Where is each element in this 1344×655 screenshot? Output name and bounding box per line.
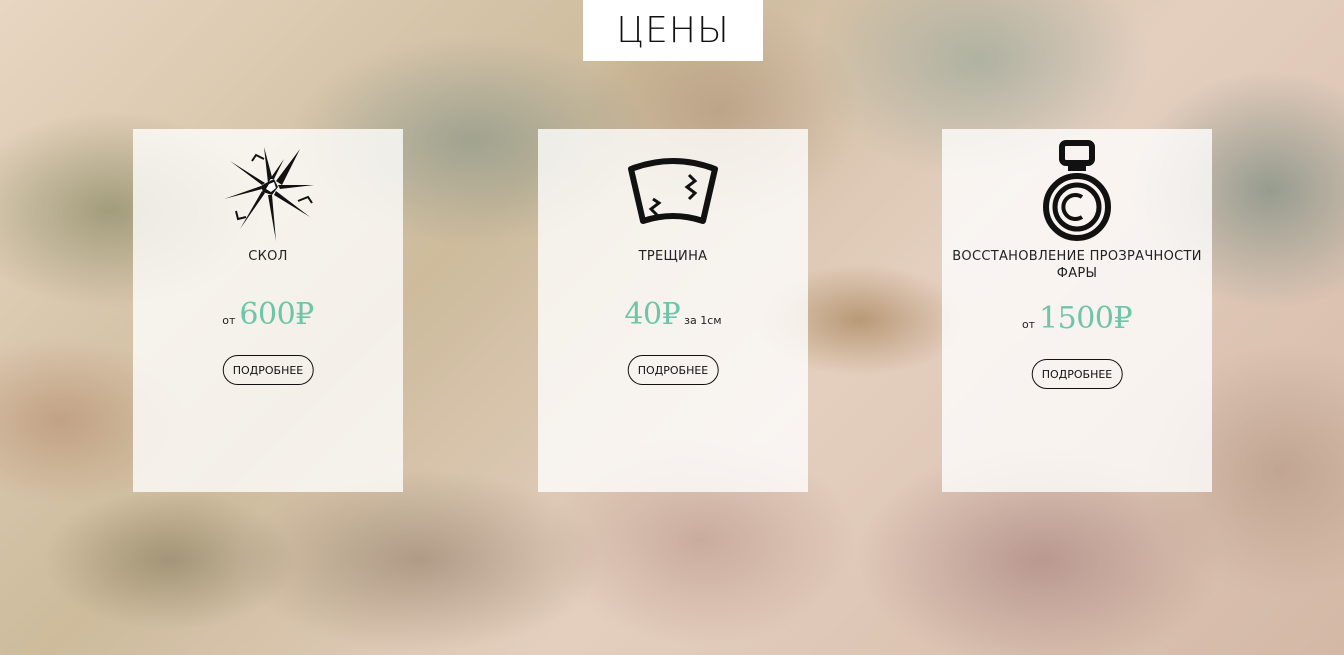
price-prefix: от — [222, 314, 236, 327]
card-name: СКОЛ — [248, 249, 288, 264]
headlight-polish-icon — [942, 139, 1212, 244]
price-card-crack: ТРЕЩИНА 40₽ за 1см ПОДРОБНЕЕ — [538, 129, 808, 492]
price-prefix: от — [1021, 318, 1036, 331]
section-title-box: ЦЕНЫ — [583, 0, 763, 61]
price-suffix: за 1см — [684, 314, 722, 327]
details-button[interactable]: ПОДРОБНЕЕ — [1031, 359, 1123, 389]
price-row: 40₽ за 1см — [538, 297, 808, 332]
card-name: ТРЕЩИНА — [638, 249, 708, 264]
price-card-headlight: ВОССТАНОВЛЕНИЕ ПРОЗРАЧНОСТИ ФАРЫ от 1500… — [942, 129, 1212, 492]
chip-crack-icon — [133, 139, 403, 244]
windshield-crack-icon — [538, 139, 808, 244]
details-button[interactable]: ПОДРОБНЕЕ — [222, 355, 314, 385]
price-value: 600₽ — [239, 297, 314, 332]
details-button[interactable]: ПОДРОБНЕЕ — [627, 355, 719, 385]
price-value: 1500₽ — [1039, 301, 1133, 336]
price-card-chip: СКОЛ от 600₽ ПОДРОБНЕЕ — [133, 129, 403, 492]
card-name: ВОССТАНОВЛЕНИЕ ПРОЗРАЧНОСТИ ФАРЫ — [952, 249, 1202, 281]
section-title: ЦЕНЫ — [616, 10, 730, 51]
price-row: от 600₽ — [133, 297, 403, 332]
price-value: 40₽ — [624, 297, 681, 332]
price-row: от 1500₽ — [942, 301, 1212, 336]
